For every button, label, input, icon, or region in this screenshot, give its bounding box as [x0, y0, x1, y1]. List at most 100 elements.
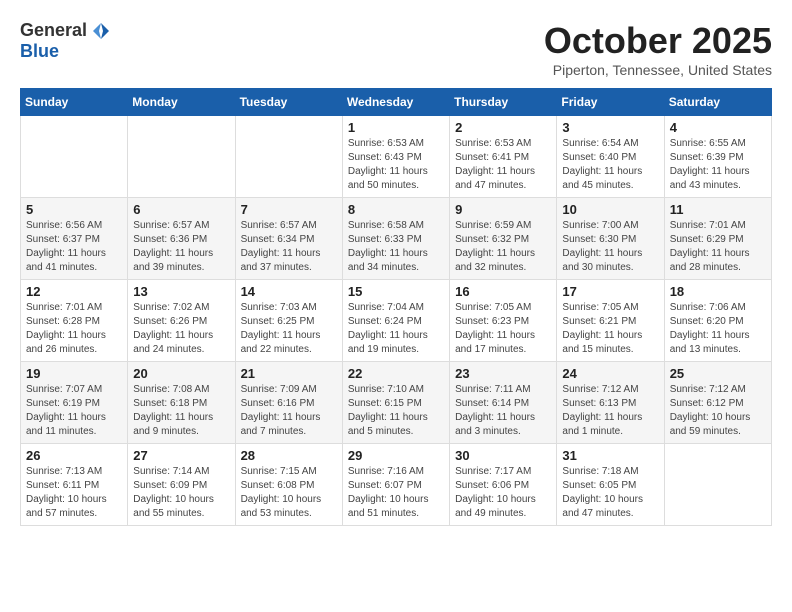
day-number: 30	[455, 448, 551, 463]
day-info: Sunrise: 7:12 AM Sunset: 6:13 PM Dayligh…	[562, 383, 658, 439]
calendar-cell: 30 Sunrise: 7:17 AM Sunset: 6:06 PM Dayli…	[450, 444, 557, 526]
calendar-cell: 7 Sunrise: 6:57 AM Sunset: 6:34 PM Daylig…	[235, 198, 342, 280]
calendar-cell: 13Sunrise: 7:02 AM Sunset: 6:26 PM Dayli…	[128, 280, 235, 362]
day-number: 8	[348, 202, 444, 217]
calendar-cell: 19 Sunrise: 7:07 AM Sunset: 6:19 PM Dayli…	[21, 362, 128, 444]
day-info: Sunrise: 7:12 AM Sunset: 6:12 PM Dayligh…	[670, 383, 766, 439]
day-info: Sunrise: 6:57 AM Sunset: 6:34 PM Dayligh…	[241, 219, 337, 275]
day-number: 7	[241, 202, 337, 217]
day-info: Sunrise: 7:01 AM Sunset: 6:29 PM Dayligh…	[670, 219, 766, 275]
logo-icon	[91, 21, 111, 41]
month-title: October 2025	[544, 20, 772, 62]
calendar-cell: 16 Sunrise: 7:05 AM Sunset: 6:23 PM Dayli…	[450, 280, 557, 362]
day-number: 9	[455, 202, 551, 217]
calendar-week-3: 12 Sunrise: 7:01 AM Sunset: 6:28 PM Dayli…	[21, 280, 772, 362]
day-number: 15	[348, 284, 444, 299]
day-number: 28	[241, 448, 337, 463]
day-number: 24	[562, 366, 658, 381]
day-info: Sunrise: 6:57 AM Sunset: 6:36 PM Dayligh…	[133, 219, 229, 275]
day-info: Sunrise: 7:04 AM Sunset: 6:24 PM Dayligh…	[348, 301, 444, 357]
weekday-header-friday: Friday	[557, 89, 664, 116]
weekday-header-wednesday: Wednesday	[342, 89, 449, 116]
day-number: 4	[670, 120, 766, 135]
calendar-cell: 11 Sunrise: 7:01 AM Sunset: 6:29 PM Dayli…	[664, 198, 771, 280]
day-info: Sunrise: 7:08 AM Sunset: 6:18 PM Dayligh…	[133, 383, 229, 439]
day-info: Sunrise: 7:11 AM Sunset: 6:14 PM Dayligh…	[455, 383, 551, 439]
weekday-header-monday: Monday	[128, 89, 235, 116]
day-number: 26	[26, 448, 122, 463]
day-info: Sunrise: 7:03 AM Sunset: 6:25 PM Dayligh…	[241, 301, 337, 357]
day-info: Sunrise: 6:59 AM Sunset: 6:32 PM Dayligh…	[455, 219, 551, 275]
day-info: Sunrise: 7:02 AM Sunset: 6:26 PM Dayligh…	[133, 301, 229, 357]
page-header: General Blue October 2025 Piperton, Tenn…	[20, 20, 772, 78]
calendar-cell: 5Sunrise: 6:56 AM Sunset: 6:37 PM Daylig…	[21, 198, 128, 280]
weekday-header-row: SundayMondayTuesdayWednesdayThursdayFrid…	[21, 89, 772, 116]
title-section: October 2025 Piperton, Tennessee, United…	[544, 20, 772, 78]
calendar-cell: 28 Sunrise: 7:15 AM Sunset: 6:08 PM Dayli…	[235, 444, 342, 526]
day-info: Sunrise: 7:00 AM Sunset: 6:30 PM Dayligh…	[562, 219, 658, 275]
calendar-cell: 2 Sunrise: 6:53 AM Sunset: 6:41 PM Daylig…	[450, 116, 557, 198]
day-number: 10	[562, 202, 658, 217]
day-info: Sunrise: 7:05 AM Sunset: 6:21 PM Dayligh…	[562, 301, 658, 357]
day-info: Sunrise: 6:53 AM Sunset: 6:41 PM Dayligh…	[455, 137, 551, 193]
logo-general-text: General	[20, 20, 87, 41]
day-info: Sunrise: 7:05 AM Sunset: 6:23 PM Dayligh…	[455, 301, 551, 357]
calendar-cell: 24 Sunrise: 7:12 AM Sunset: 6:13 PM Dayli…	[557, 362, 664, 444]
calendar-cell	[21, 116, 128, 198]
calendar-cell: 1 Sunrise: 6:53 AM Sunset: 6:43 PM Daylig…	[342, 116, 449, 198]
calendar-cell: 23 Sunrise: 7:11 AM Sunset: 6:14 PM Dayli…	[450, 362, 557, 444]
day-number: 21	[241, 366, 337, 381]
day-number: 29	[348, 448, 444, 463]
day-info: Sunrise: 7:17 AM Sunset: 6:06 PM Dayligh…	[455, 465, 551, 521]
day-number: 1	[348, 120, 444, 135]
calendar-cell: 21 Sunrise: 7:09 AM Sunset: 6:16 PM Dayli…	[235, 362, 342, 444]
calendar-cell: 10 Sunrise: 7:00 AM Sunset: 6:30 PM Dayli…	[557, 198, 664, 280]
day-number: 11	[670, 202, 766, 217]
calendar-cell: 27Sunrise: 7:14 AM Sunset: 6:09 PM Dayli…	[128, 444, 235, 526]
day-number: 16	[455, 284, 551, 299]
day-number: 17	[562, 284, 658, 299]
day-info: Sunrise: 6:55 AM Sunset: 6:39 PM Dayligh…	[670, 137, 766, 193]
day-number: 3	[562, 120, 658, 135]
calendar-week-1: 1 Sunrise: 6:53 AM Sunset: 6:43 PM Daylig…	[21, 116, 772, 198]
calendar-cell	[664, 444, 771, 526]
calendar-cell: 9 Sunrise: 6:59 AM Sunset: 6:32 PM Daylig…	[450, 198, 557, 280]
calendar-cell	[128, 116, 235, 198]
day-number: 14	[241, 284, 337, 299]
calendar-cell: 17 Sunrise: 7:05 AM Sunset: 6:21 PM Dayli…	[557, 280, 664, 362]
day-number: 6	[133, 202, 229, 217]
day-info: Sunrise: 7:10 AM Sunset: 6:15 PM Dayligh…	[348, 383, 444, 439]
day-info: Sunrise: 7:01 AM Sunset: 6:28 PM Dayligh…	[26, 301, 122, 357]
calendar-cell: 8Sunrise: 6:58 AM Sunset: 6:33 PM Daylig…	[342, 198, 449, 280]
day-number: 12	[26, 284, 122, 299]
day-info: Sunrise: 7:15 AM Sunset: 6:08 PM Dayligh…	[241, 465, 337, 521]
weekday-header-thursday: Thursday	[450, 89, 557, 116]
calendar-cell: 12 Sunrise: 7:01 AM Sunset: 6:28 PM Dayli…	[21, 280, 128, 362]
day-info: Sunrise: 6:54 AM Sunset: 6:40 PM Dayligh…	[562, 137, 658, 193]
day-info: Sunrise: 7:09 AM Sunset: 6:16 PM Dayligh…	[241, 383, 337, 439]
calendar-cell: 22Sunrise: 7:10 AM Sunset: 6:15 PM Dayli…	[342, 362, 449, 444]
calendar-cell: 31Sunrise: 7:18 AM Sunset: 6:05 PM Dayli…	[557, 444, 664, 526]
calendar-table: SundayMondayTuesdayWednesdayThursdayFrid…	[20, 88, 772, 526]
weekday-header-tuesday: Tuesday	[235, 89, 342, 116]
calendar-cell: 20 Sunrise: 7:08 AM Sunset: 6:18 PM Dayli…	[128, 362, 235, 444]
calendar-cell: 6 Sunrise: 6:57 AM Sunset: 6:36 PM Daylig…	[128, 198, 235, 280]
day-number: 20	[133, 366, 229, 381]
logo-blue-text: Blue	[20, 41, 59, 62]
day-info: Sunrise: 7:14 AM Sunset: 6:09 PM Dayligh…	[133, 465, 229, 521]
day-number: 2	[455, 120, 551, 135]
calendar-cell: 25Sunrise: 7:12 AM Sunset: 6:12 PM Dayli…	[664, 362, 771, 444]
logo: General Blue	[20, 20, 111, 62]
day-number: 19	[26, 366, 122, 381]
day-info: Sunrise: 7:13 AM Sunset: 6:11 PM Dayligh…	[26, 465, 122, 521]
weekday-header-sunday: Sunday	[21, 89, 128, 116]
day-number: 23	[455, 366, 551, 381]
day-info: Sunrise: 6:53 AM Sunset: 6:43 PM Dayligh…	[348, 137, 444, 193]
calendar-cell: 29Sunrise: 7:16 AM Sunset: 6:07 PM Dayli…	[342, 444, 449, 526]
day-info: Sunrise: 7:07 AM Sunset: 6:19 PM Dayligh…	[26, 383, 122, 439]
calendar-cell	[235, 116, 342, 198]
calendar-cell: 14 Sunrise: 7:03 AM Sunset: 6:25 PM Dayli…	[235, 280, 342, 362]
calendar-week-4: 19 Sunrise: 7:07 AM Sunset: 6:19 PM Dayli…	[21, 362, 772, 444]
calendar-week-5: 26 Sunrise: 7:13 AM Sunset: 6:11 PM Dayli…	[21, 444, 772, 526]
day-number: 5	[26, 202, 122, 217]
